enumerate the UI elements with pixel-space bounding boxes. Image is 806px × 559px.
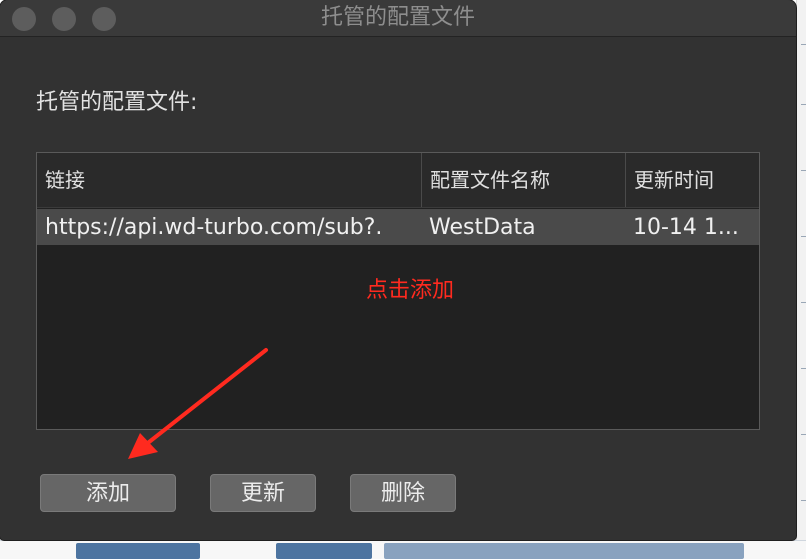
add-button[interactable]: 添加 <box>40 474 176 512</box>
background-app-edge <box>796 0 806 558</box>
table-header: 链接 配置文件名称 更新时间 <box>37 153 759 208</box>
title-bar[interactable]: 托管的配置文件 <box>0 0 796 37</box>
update-button[interactable]: 更新 <box>210 474 316 512</box>
column-header-link[interactable]: 链接 <box>37 153 421 207</box>
row-link-cell: https://api.wd-turbo.com/sub?. <box>45 215 383 240</box>
table-row[interactable]: https://api.wd-turbo.com/sub?. WestData … <box>37 209 759 245</box>
window-title: 托管的配置文件 <box>320 5 475 30</box>
delete-button[interactable]: 删除 <box>350 474 456 512</box>
row-updated-time-cell: 10-14 1... <box>633 215 739 240</box>
background-app-bottom <box>0 540 806 559</box>
section-label: 托管的配置文件: <box>36 90 198 115</box>
row-profile-name-cell: WestData <box>429 215 536 240</box>
managed-profiles-window: 托管的配置文件 托管的配置文件: 链接 配置文件名称 更新时间 https://… <box>0 0 796 540</box>
column-header-updated-time[interactable]: 更新时间 <box>625 153 759 207</box>
column-header-profile-name[interactable]: 配置文件名称 <box>421 153 625 207</box>
annotation-label: 点击添加 <box>366 278 455 303</box>
